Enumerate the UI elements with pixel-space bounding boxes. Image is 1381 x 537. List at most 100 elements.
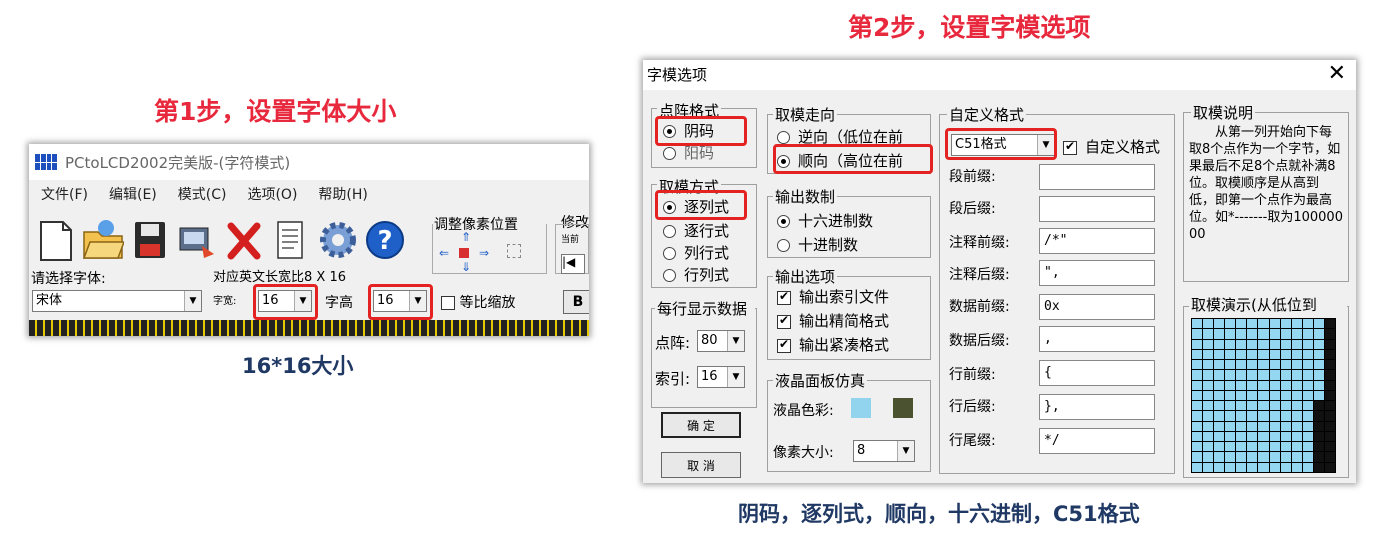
radio-row[interactable]: 逐行式: [663, 220, 729, 241]
index-per-line-value: 16: [701, 369, 718, 384]
demo-pixel: [1247, 431, 1258, 442]
highlight-direction: [773, 144, 933, 174]
chevron-down-icon[interactable]: ▼: [727, 367, 744, 387]
check-index-file[interactable]: 输出索引文件: [777, 286, 927, 307]
font-select[interactable]: 宋体 ▼: [32, 290, 202, 312]
arrow-up-icon[interactable]: ⇑: [461, 230, 471, 244]
check-tight[interactable]: 输出紧凑格式: [777, 334, 927, 355]
demo-pixel: [1291, 349, 1302, 360]
line-suffix-input[interactable]: },: [1039, 394, 1155, 420]
menu-mode[interactable]: 模式(C): [178, 184, 227, 204]
seg-suffix-input[interactable]: [1039, 196, 1155, 222]
proportional-scale-checkbox[interactable]: 等比缩放: [441, 292, 515, 312]
demo-pixel: [1302, 329, 1313, 339]
pixel-grid-icon[interactable]: [507, 244, 521, 258]
arrow-right-icon[interactable]: ⇒: [479, 246, 489, 260]
demo-pixel: [1247, 452, 1258, 462]
demo-pixel: [1280, 431, 1291, 442]
menu-file[interactable]: 文件(F): [41, 184, 88, 204]
chevron-down-icon[interactable]: ▼: [184, 291, 201, 311]
demo-pixel: [1225, 431, 1236, 442]
demo-pixel: [1269, 421, 1280, 431]
demo-pixel: [1324, 329, 1335, 339]
close-icon[interactable]: ✕: [1328, 60, 1346, 88]
index-per-line-select[interactable]: 16 ▼: [697, 366, 745, 388]
dialog-titlebar: 字模选项 ✕: [643, 60, 1356, 90]
lcd-bg-color-swatch[interactable]: [851, 398, 871, 418]
menu-edit[interactable]: 编辑(E): [109, 184, 157, 204]
demo-pixel: [1258, 319, 1269, 329]
pixel-size-select[interactable]: 8 ▼: [853, 440, 915, 462]
explain-title: 取模说明: [1191, 102, 1256, 123]
help-icon[interactable]: ?: [364, 216, 406, 264]
demo-pixel: [1236, 370, 1247, 380]
demo-pixel: [1225, 421, 1236, 431]
line-prefix-input[interactable]: {: [1039, 360, 1155, 386]
generate-icon[interactable]: [176, 216, 218, 264]
demo-pixel: [1269, 462, 1280, 472]
data-suffix-input[interactable]: ,: [1039, 326, 1155, 352]
delete-icon[interactable]: [223, 216, 265, 264]
radio-row-col[interactable]: 行列式: [663, 264, 729, 285]
lcd-fg-color-swatch[interactable]: [893, 398, 913, 418]
first-frame-button[interactable]: |◀: [561, 254, 585, 274]
ok-button[interactable]: 确 定: [661, 412, 741, 438]
chevron-down-icon[interactable]: ▼: [727, 331, 744, 351]
demo-pixel: [1280, 390, 1291, 401]
demo-pixel: [1247, 462, 1258, 472]
chevron-down-icon[interactable]: ▼: [897, 441, 914, 461]
radio-decimal[interactable]: 十进制数: [777, 234, 858, 255]
line-end-input[interactable]: */: [1039, 428, 1155, 454]
demo-pixel: [1291, 370, 1302, 380]
demo-pixel: [1258, 411, 1269, 421]
demo-pixel: [1192, 329, 1203, 339]
save-disk-icon[interactable]: [129, 216, 171, 264]
index-per-line-label: 索引:: [655, 370, 691, 388]
demo-pixel: [1280, 442, 1291, 452]
menu-help[interactable]: 帮助(H): [318, 184, 367, 204]
demo-pixel: [1192, 390, 1203, 401]
open-folder-icon[interactable]: [82, 216, 126, 264]
demo-pixel: [1302, 442, 1313, 452]
notepad-icon[interactable]: [270, 216, 312, 264]
radio-col-row[interactable]: 列行式: [663, 242, 729, 263]
demo-pixel: [1214, 390, 1225, 401]
custom-format-title: 自定义格式: [947, 104, 1027, 125]
new-file-icon[interactable]: [35, 216, 77, 264]
radio-hex[interactable]: 十六进制数: [777, 210, 873, 231]
demo-pixel: [1280, 401, 1291, 411]
custom-format-checkbox[interactable]: 自定义格式: [1063, 136, 1173, 157]
comment-prefix-input[interactable]: /*": [1039, 228, 1155, 254]
pixel-size-label: 像素大小:: [773, 445, 834, 461]
bold-button[interactable]: B: [563, 290, 589, 314]
demo-pixel: [1258, 390, 1269, 401]
demo-pixel: [1291, 329, 1302, 339]
comment-suffix-input[interactable]: ",: [1039, 260, 1155, 286]
cancel-button[interactable]: 取 消: [661, 452, 741, 478]
demo-pixel: [1324, 339, 1335, 349]
check-compact[interactable]: 输出精简格式: [777, 310, 927, 331]
demo-pixel: [1269, 401, 1280, 411]
demo-pixel: [1302, 452, 1313, 462]
dot-per-line-select[interactable]: 80 ▼: [697, 330, 745, 352]
demo-pixel: [1313, 390, 1324, 401]
demo-pixel: [1313, 370, 1324, 380]
demo-pixel: [1214, 421, 1225, 431]
seg-prefix-input[interactable]: [1039, 164, 1155, 190]
demo-pixel: [1280, 462, 1291, 472]
menu-options[interactable]: 选项(O): [247, 184, 297, 204]
step1-title: 第1步，设置字体大小: [154, 97, 397, 126]
demo-pixel: [1192, 421, 1203, 431]
radio-hex-label: 十六进制数: [798, 212, 874, 230]
demo-pixel: [1258, 421, 1269, 431]
arrow-left-icon[interactable]: ⇐: [439, 246, 449, 260]
demo-pixel: [1192, 370, 1203, 380]
demo-pixel: [1203, 360, 1214, 370]
demo-pixel: [1269, 349, 1280, 360]
arrow-down-icon[interactable]: ⇓: [461, 260, 471, 274]
demo-pixel: [1225, 442, 1236, 452]
data-prefix-input[interactable]: 0x: [1039, 294, 1155, 320]
center-icon[interactable]: [459, 248, 469, 258]
settings-gear-icon[interactable]: [317, 216, 359, 264]
demo-pixel: [1225, 319, 1236, 329]
